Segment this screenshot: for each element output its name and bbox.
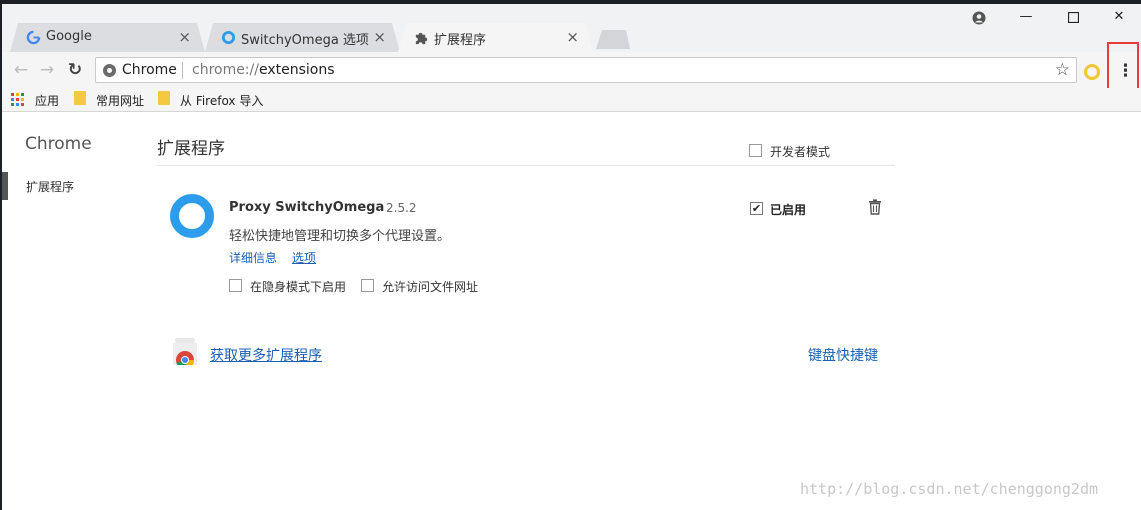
switchyomega-logo-icon: [170, 194, 214, 238]
trash-icon[interactable]: [868, 199, 882, 215]
bookmarks-bar: 应用 常用网址 从 Firefox 导入: [2, 88, 1141, 112]
omnibox-separator: [182, 62, 183, 79]
incognito-label: 在隐身模式下启用: [250, 280, 347, 294]
address-bar[interactable]: Chrome chrome://extensions ☆: [95, 57, 1077, 83]
chrome-web-store-icon: [170, 338, 200, 368]
switchyomega-icon: [221, 30, 236, 45]
minimize-button[interactable]: —: [1014, 9, 1038, 24]
reload-button[interactable]: ↻: [64, 59, 86, 81]
chrome-page-icon: [103, 64, 116, 77]
back-button[interactable]: ←: [10, 59, 32, 81]
incognito-checkbox[interactable]: [229, 279, 242, 292]
sidebar-item-extensions[interactable]: 扩展程序: [26, 178, 74, 195]
keyboard-shortcuts-link[interactable]: 键盘快捷键: [808, 345, 878, 365]
folder-icon: [74, 91, 86, 105]
divider: [157, 165, 895, 166]
tab-switchyomega[interactable]: SwitchyOmega 选项 ×: [205, 23, 400, 52]
tab-extensions[interactable]: 扩展程序 ×: [398, 23, 593, 52]
developer-mode-label: 开发者模式: [770, 145, 831, 159]
watermark: http://blog.csdn.net/chenggong2dm: [800, 480, 1099, 498]
puzzle-icon: [415, 32, 428, 45]
tab-label: 扩展程序: [434, 33, 487, 48]
omnibox-chip: Chrome: [122, 62, 177, 78]
close-icon[interactable]: ×: [566, 28, 579, 46]
extension-toolbar-icon[interactable]: [1084, 64, 1100, 80]
tab-label: SwitchyOmega 选项: [241, 33, 369, 48]
enabled-checkbox[interactable]: ✔: [750, 202, 763, 215]
tab-label: Google: [46, 29, 92, 44]
url-text[interactable]: chrome://extensions: [192, 62, 335, 78]
file-access-label: 允许访问文件网址: [382, 280, 479, 294]
details-link[interactable]: 详细信息: [229, 249, 277, 266]
bookmark-common-sites[interactable]: 常用网址: [96, 92, 144, 109]
close-window-button[interactable]: ✕: [1107, 9, 1131, 24]
tab-google[interactable]: Google ×: [10, 23, 205, 52]
options-link[interactable]: 选项: [292, 249, 316, 266]
enabled-label: 已启用: [770, 203, 807, 217]
new-tab-button[interactable]: [596, 30, 630, 49]
file-access-checkbox[interactable]: [361, 279, 374, 292]
extension-name: Proxy SwitchyOmega: [229, 200, 385, 215]
bookmark-firefox-import[interactable]: 从 Firefox 导入: [180, 92, 263, 109]
close-icon[interactable]: ×: [373, 28, 386, 46]
get-more-extensions-link[interactable]: 获取更多扩展程序: [210, 345, 322, 365]
bookmark-apps[interactable]: 应用: [35, 92, 59, 109]
google-icon: [26, 30, 41, 45]
page-title: 扩展程序: [157, 139, 225, 159]
forward-button[interactable]: →: [36, 59, 58, 81]
url-path: extensions: [259, 62, 335, 78]
url-scheme: chrome://: [192, 62, 259, 78]
account-icon[interactable]: [967, 9, 991, 29]
maximize-button[interactable]: [1061, 9, 1085, 27]
star-icon[interactable]: ☆: [1055, 60, 1070, 80]
sidebar-active-indicator: [2, 172, 8, 200]
developer-mode-checkbox[interactable]: [749, 144, 762, 157]
extension-description: 轻松快捷地管理和切换多个代理设置。: [229, 229, 451, 244]
title-bar: Google × SwitchyOmega 选项 × 扩展程序 × — ✕: [2, 4, 1141, 52]
browser-window: Google × SwitchyOmega 选项 × 扩展程序 × — ✕ ← …: [2, 4, 1141, 510]
apps-icon: [11, 93, 25, 107]
toolbar: ← → ↻ Chrome chrome://extensions ☆ ⋮: [2, 52, 1141, 88]
folder-icon: [158, 91, 170, 105]
sidebar-title: Chrome: [25, 134, 92, 154]
close-icon[interactable]: ×: [178, 28, 191, 46]
extension-version: 2.5.2: [386, 201, 417, 215]
